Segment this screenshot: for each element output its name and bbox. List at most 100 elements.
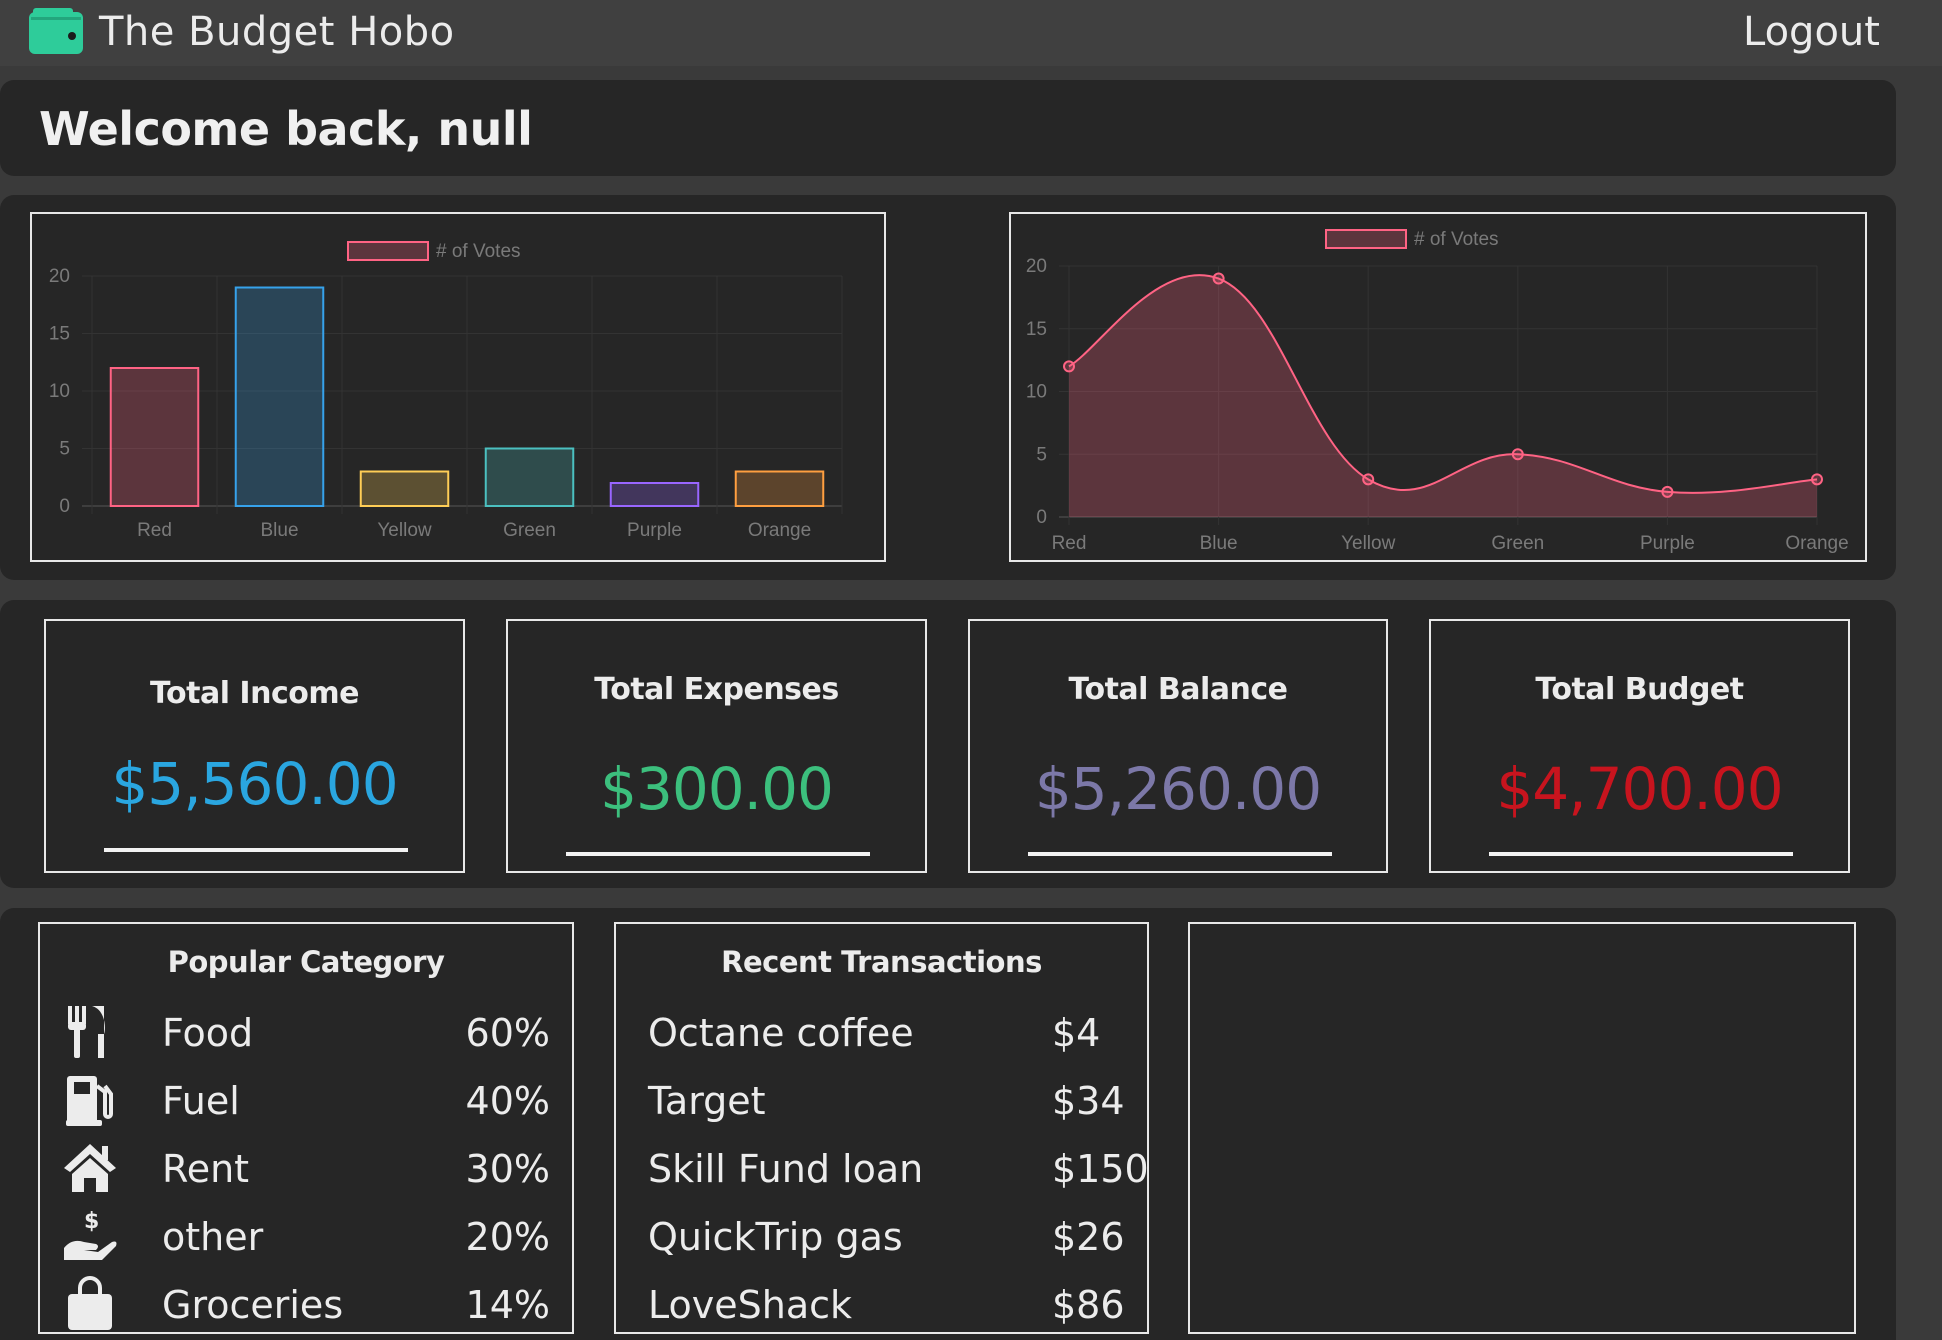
transaction-amount: $26 (1052, 1215, 1125, 1259)
transaction-name: QuickTrip gas (648, 1215, 903, 1259)
y-tick-label: 15 (49, 324, 70, 345)
category-row[interactable]: Fuel 40% (40, 1072, 572, 1132)
x-tick-label: Orange (748, 520, 811, 541)
wallet-icon (29, 8, 83, 54)
bar (359, 470, 450, 507)
legend-swatch (1325, 229, 1407, 249)
transaction-amount: $34 (1052, 1079, 1125, 1123)
category-percent: 30% (465, 1147, 550, 1191)
legend-label: # of Votes (436, 241, 521, 262)
stat-value: $300.00 (600, 755, 834, 823)
category-percent: 14% (465, 1283, 550, 1327)
transaction-name: Target (648, 1079, 766, 1123)
charts-panel: 0 5 10 15 20 # of Votes Red Blue Yellow Green Purp… (0, 195, 1896, 580)
welcome-panel: Welcome back, null (0, 80, 1896, 176)
stat-card-expenses: Total Expenses $300.00 (506, 619, 927, 873)
x-tick-label: Orange (1785, 533, 1848, 554)
empty-card (1188, 922, 1856, 1334)
category-name: other (162, 1215, 264, 1259)
data-point (1661, 485, 1674, 498)
y-tick-label: 0 (1036, 507, 1047, 528)
category-percent: 40% (465, 1079, 550, 1123)
bar-chart: 0 5 10 15 20 # of Votes Red Blue Yellow Green Purp… (49, 241, 843, 541)
transaction-name: Octane coffee (648, 1011, 914, 1055)
stat-title: Total Expenses (594, 672, 839, 707)
x-tick-label: Red (137, 520, 172, 541)
x-tick-label: Yellow (377, 520, 432, 541)
legend-label: # of Votes (1414, 229, 1499, 250)
gas-pump-icon (66, 1076, 113, 1126)
stat-title: Total Income (150, 676, 359, 711)
category-name: Fuel (162, 1079, 240, 1123)
category-row[interactable]: Rent 30% (40, 1140, 572, 1200)
hand-holding-dollar-icon: $ (64, 1209, 117, 1260)
transaction-row[interactable]: Skill Fund loan $150 (616, 1140, 1147, 1200)
stat-card-balance: Total Balance $5,260.00 (968, 619, 1388, 873)
transaction-amount: $150 (1052, 1147, 1149, 1191)
popular-category-title: Popular Category (167, 945, 445, 979)
utensils-icon (68, 1006, 105, 1058)
data-point (1811, 473, 1823, 486)
top-navbar: The Budget Hobo Logout (0, 0, 1942, 66)
transaction-name: LoveShack (648, 1283, 853, 1327)
stat-value: $5,560.00 (111, 750, 398, 818)
recent-transactions-title: Recent Transactions (721, 945, 1042, 979)
svg-text:$: $ (84, 1209, 99, 1234)
logout-link[interactable]: Logout (1743, 8, 1880, 56)
stat-card-income: Total Income $5,560.00 (44, 619, 465, 873)
data-point (1212, 272, 1225, 285)
transaction-amount: $4 (1052, 1011, 1101, 1055)
data-point (1063, 360, 1075, 373)
y-tick-label: 10 (49, 381, 70, 402)
y-tick-label: 10 (1026, 382, 1047, 403)
y-tick-label: 20 (1026, 256, 1047, 277)
category-percent: 20% (465, 1215, 550, 1259)
y-tick-label: 20 (49, 266, 70, 287)
transaction-row[interactable]: QuickTrip gas $26 (616, 1208, 1147, 1268)
transaction-row[interactable]: Target $34 (616, 1072, 1147, 1132)
transaction-row[interactable]: Octane coffee $4 (616, 1004, 1147, 1064)
stat-divider (104, 848, 408, 852)
bar (734, 470, 825, 507)
data-point (1511, 448, 1524, 461)
bar-chart-card: 0 5 10 15 20 # of Votes Red Blue Yellow Green Purp… (30, 212, 886, 562)
stat-divider (566, 852, 870, 856)
shopping-bag-icon (68, 1276, 112, 1330)
x-tick-label: Red (1052, 533, 1087, 554)
stat-card-budget: Total Budget $4,700.00 (1429, 619, 1850, 873)
legend-swatch (347, 241, 429, 261)
bar (109, 367, 200, 507)
data-point (1362, 473, 1375, 486)
bar (234, 286, 325, 507)
lists-panel: Popular Category Food 60% Fuel 40% Rent … (0, 908, 1896, 1340)
stat-title: Total Budget (1535, 672, 1744, 707)
x-tick-label: Purple (1640, 533, 1695, 554)
app-name[interactable]: The Budget Hobo (99, 8, 455, 56)
y-tick-label: 5 (1036, 444, 1047, 465)
welcome-heading: Welcome back, null (39, 102, 533, 156)
category-percent: 60% (465, 1011, 550, 1055)
transaction-row[interactable]: LoveShack $86 (616, 1276, 1147, 1332)
category-row[interactable]: $ other 20% (40, 1208, 572, 1268)
category-name: Rent (162, 1147, 250, 1191)
category-name: Food (162, 1011, 254, 1055)
popular-category-card: Popular Category Food 60% Fuel 40% Rent … (38, 922, 574, 1334)
y-tick-label: 0 (59, 496, 70, 517)
bar (609, 482, 700, 507)
category-name: Groceries (162, 1283, 344, 1327)
stats-panel: Total Income $5,560.00 Total Expenses $3… (0, 600, 1896, 888)
x-tick-label: Green (1491, 533, 1544, 554)
x-tick-label: Green (503, 520, 556, 541)
area-chart: 0 5 10 15 20 Red Blue Yellow Green Purple Orange # … (1026, 229, 1849, 554)
category-row[interactable]: Food 60% (40, 1004, 572, 1064)
line-chart-card: 0 5 10 15 20 Red Blue Yellow Green Purple Orange # … (1009, 212, 1867, 562)
y-tick-label: 15 (1026, 319, 1047, 340)
x-tick-label: Blue (260, 520, 298, 541)
transaction-name: Skill Fund loan (648, 1147, 924, 1191)
recent-transactions-card: Recent Transactions Octane coffee $4 Tar… (614, 922, 1149, 1334)
stat-value: $5,260.00 (1034, 755, 1322, 823)
category-row[interactable]: Groceries 14% (40, 1276, 572, 1332)
x-tick-label: Yellow (1341, 533, 1396, 554)
stat-title: Total Balance (1068, 672, 1288, 707)
x-tick-label: Blue (1200, 533, 1238, 554)
